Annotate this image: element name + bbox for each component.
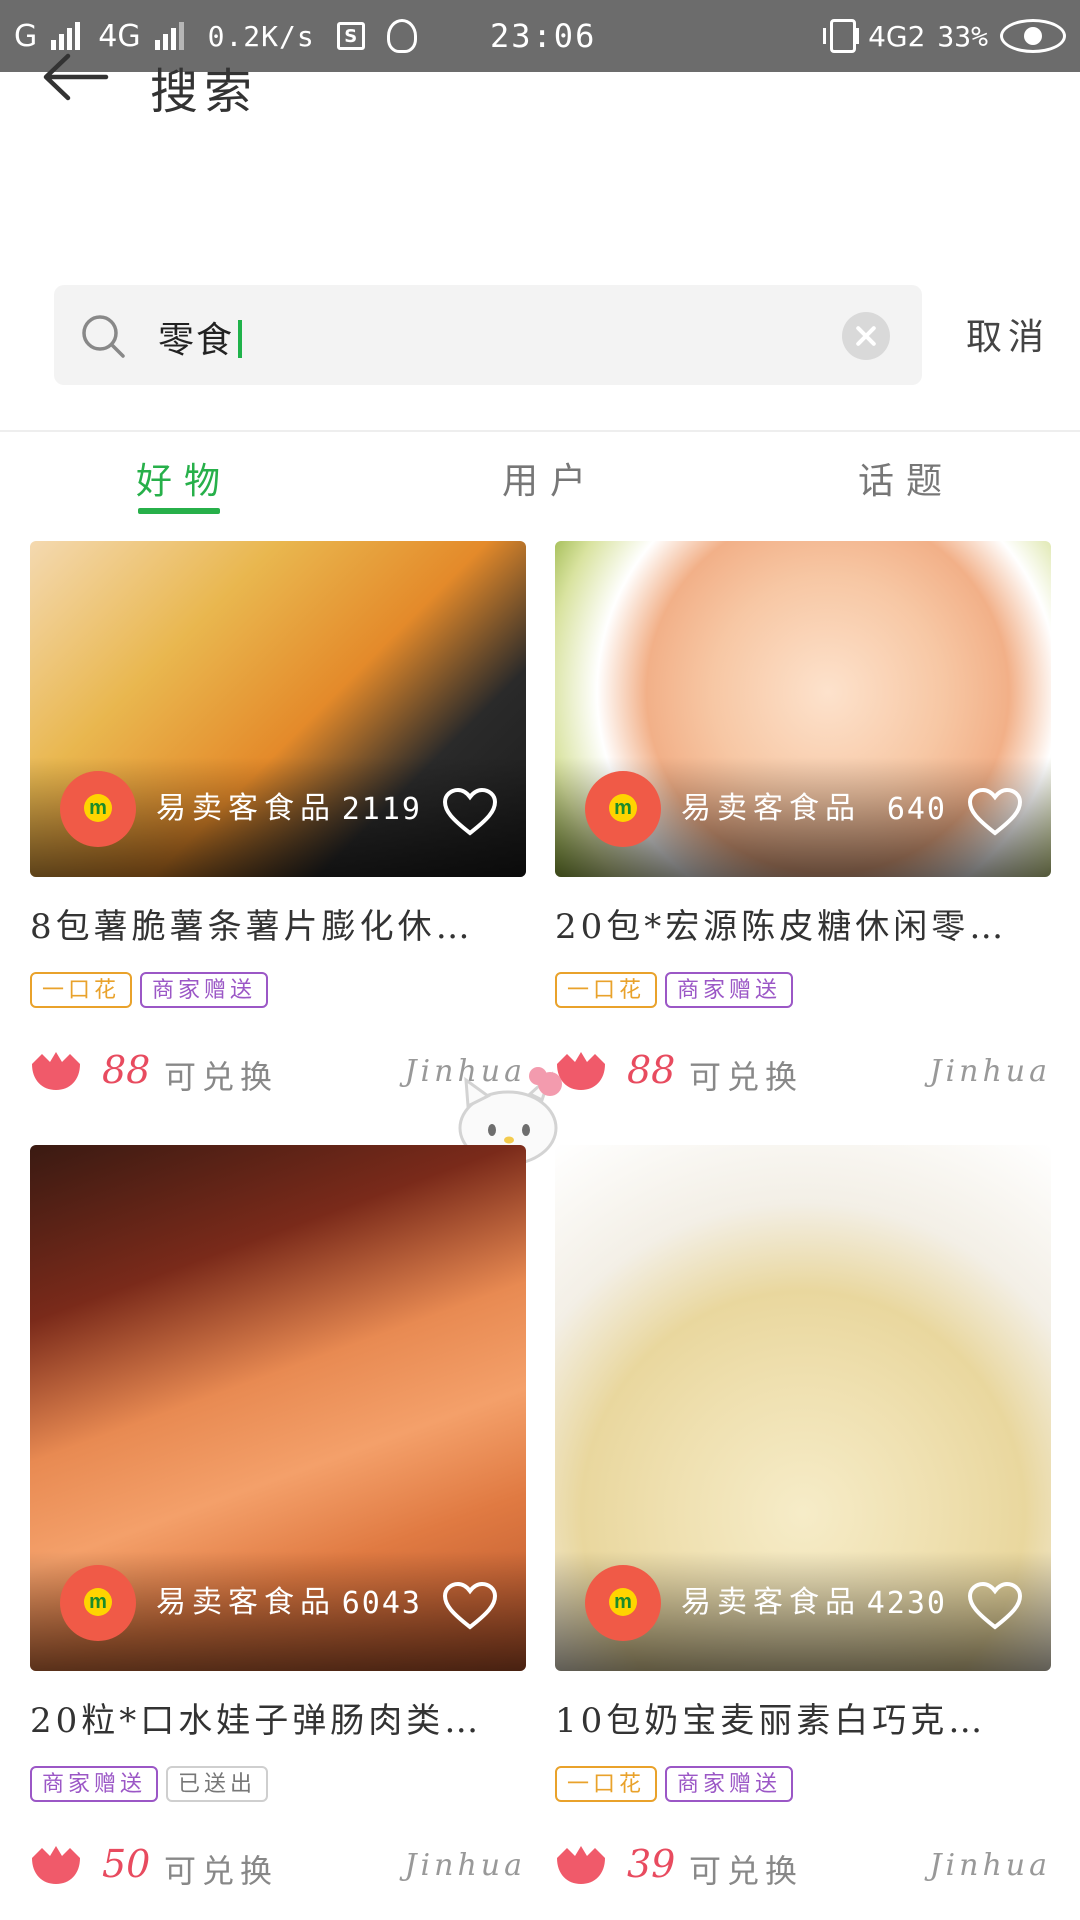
points-value: 88 (102, 1048, 151, 1092)
signal-icon-2 (154, 22, 184, 50)
tag-sent-out: 已送出 (166, 1766, 269, 1802)
shop-logo[interactable]: m (60, 771, 136, 847)
product-title[interactable]: 20包*宏源陈皮糖休闲零… (555, 899, 1051, 948)
product-image[interactable]: m 易卖客食品 640 (555, 541, 1051, 877)
tag-yikouhua: 一口花 (30, 972, 133, 1008)
like-count: 640 (886, 792, 947, 827)
network-4g-label: 4G (98, 18, 141, 54)
exchange-label: 可兑换 (164, 1058, 279, 1096)
owner-name[interactable]: Jinhua (930, 1054, 1051, 1089)
points-value: 88 (627, 1048, 676, 1092)
points-value: 50 (102, 1842, 151, 1886)
vibrate-icon (823, 19, 860, 53)
clear-search-icon[interactable] (842, 312, 890, 360)
tag-merchant-gift: 商家赠送 (665, 972, 794, 1008)
exchange-label: 可兑换 (689, 1852, 804, 1890)
owner-name[interactable]: Jinhua (405, 1848, 526, 1883)
search-query: 零食 (158, 320, 235, 361)
product-card[interactable]: m 易卖客食品 6043 20粒*口水娃子弹肠肉类… 商家赠送 已送出 50 可… (30, 1145, 526, 1892)
signal-icon (51, 22, 81, 50)
like-count: 2119 (341, 792, 422, 827)
tab-users[interactable]: 用户 (502, 452, 598, 504)
shop-name[interactable]: 易卖客食品 (156, 783, 336, 827)
page-title: 搜索 (150, 64, 259, 120)
lotus-icon (32, 1846, 80, 1884)
search-input[interactable]: 零食 (54, 285, 922, 385)
network-speed: 0.2K/s (207, 19, 315, 53)
tag-merchant-gift: 商家赠送 (30, 1766, 159, 1802)
exchange-label: 可兑换 (164, 1852, 279, 1890)
shop-name[interactable]: 易卖客食品 (156, 1577, 336, 1621)
battery-percent: 33% (937, 19, 988, 53)
shop-name[interactable]: 易卖客食品 (681, 783, 861, 827)
heart-icon[interactable] (442, 1581, 498, 1631)
heart-icon[interactable] (442, 787, 498, 837)
network-4g2-label: 4G2 (868, 19, 926, 53)
product-card[interactable]: m 易卖客食品 4230 10包奶宝麦丽素白巧克… 一口花 商家赠送 39 可兑… (555, 1145, 1051, 1892)
like-count: 6043 (341, 1586, 422, 1621)
heart-icon[interactable] (967, 787, 1023, 837)
product-image[interactable]: m 易卖客食品 6043 (30, 1145, 526, 1671)
battery-icon (1000, 19, 1066, 53)
shop-name[interactable]: 易卖客食品 (681, 1577, 861, 1621)
app-notification-icon: S (336, 22, 365, 50)
divider (0, 430, 1080, 432)
product-title[interactable]: 10包奶宝麦丽素白巧克… (555, 1693, 1051, 1742)
tag-merchant-gift: 商家赠送 (665, 1766, 794, 1802)
clock: 23:06 (490, 17, 597, 55)
shop-logo[interactable]: m (585, 1565, 661, 1641)
tab-topics[interactable]: 话题 (858, 452, 954, 504)
lotus-icon (557, 1846, 605, 1884)
lotus-icon (32, 1052, 80, 1090)
product-image[interactable]: m 易卖客食品 2119 (30, 541, 526, 877)
text-caret (238, 320, 243, 358)
active-tab-indicator (138, 508, 220, 514)
qq-icon (386, 19, 417, 53)
owner-name[interactable]: Jinhua (930, 1848, 1051, 1883)
shop-logo[interactable]: m (60, 1565, 136, 1641)
network-type-label: G (14, 18, 38, 54)
product-image[interactable]: m 易卖客食品 4230 (555, 1145, 1051, 1671)
exchange-label: 可兑换 (689, 1058, 804, 1096)
tab-goods[interactable]: 好物 (136, 452, 232, 504)
product-card[interactable]: m 易卖客食品 640 20包*宏源陈皮糖休闲零… 一口花 商家赠送 88 可兑… (555, 541, 1051, 1098)
search-icon (82, 315, 125, 358)
tag-yikouhua: 一口花 (555, 972, 658, 1008)
back-arrow-icon[interactable] (40, 52, 110, 102)
points-value: 39 (627, 1842, 676, 1886)
like-count: 4230 (866, 1586, 947, 1621)
heart-icon[interactable] (967, 1581, 1023, 1631)
shop-logo[interactable]: m (585, 771, 661, 847)
tag-merchant-gift: 商家赠送 (140, 972, 269, 1008)
cancel-button[interactable]: 取消 (966, 308, 1050, 360)
product-card[interactable]: m 易卖客食品 2119 8包薯脆薯条薯片膨化休… 一口花 商家赠送 88 可兑… (30, 541, 526, 1098)
product-title[interactable]: 8包薯脆薯条薯片膨化休… (30, 899, 526, 948)
tag-yikouhua: 一口花 (555, 1766, 658, 1802)
product-title[interactable]: 20粒*口水娃子弹肠肉类… (30, 1693, 526, 1742)
